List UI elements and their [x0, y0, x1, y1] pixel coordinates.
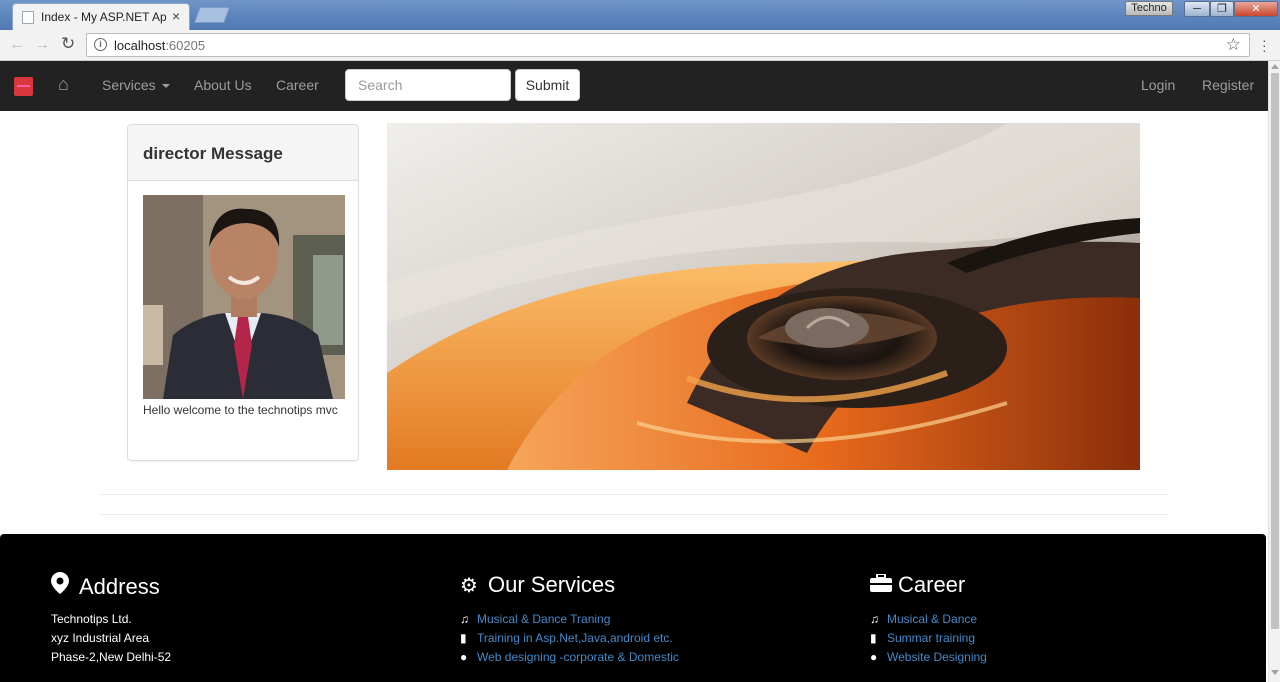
nav-services-label: Services [102, 77, 156, 93]
url-host: localhost [114, 38, 166, 53]
career-link[interactable]: Musical & Dance [887, 612, 977, 626]
director-panel: director Message Hello welcome to the te… [127, 124, 359, 461]
career-list: ♫ Musical & Dance ▮ Summar training ● Websi… [870, 610, 987, 667]
scroll-up-icon[interactable] [1271, 64, 1279, 69]
service-link[interactable]: Musical & Dance Traning [477, 612, 610, 626]
list-item[interactable]: ● Web designing -corporate & Domestic [460, 648, 679, 667]
address-lines: Technotips Ltd. xyz Industrial Area Phas… [51, 610, 171, 667]
panel-title: director Message [143, 144, 283, 163]
brand-logo-icon[interactable] [14, 77, 33, 96]
home-icon[interactable]: ⌂ [58, 74, 69, 95]
new-tab-button[interactable] [194, 7, 230, 23]
search-input[interactable] [345, 69, 511, 101]
caret-down-icon [161, 84, 170, 89]
globe-icon: ● [870, 650, 878, 664]
service-link[interactable]: Web designing -corporate & Domestic [477, 650, 679, 664]
career-heading-text: Career [898, 572, 966, 597]
briefcase-icon [870, 573, 892, 598]
divider [98, 494, 1168, 495]
bookmark-star-icon[interactable]: ☆ [1226, 35, 1241, 55]
site-info-icon[interactable]: i [94, 38, 107, 51]
address-line: xyz Industrial Area [51, 631, 150, 645]
list-item[interactable]: ▮ Summar training [870, 629, 987, 648]
url-text: localhost:60205 [114, 38, 205, 53]
map-marker-icon [51, 572, 73, 600]
footer-address-section: Address Technotips Ltd. xyz Industrial A… [51, 572, 171, 667]
divider [98, 514, 1168, 515]
globe-icon: ● [460, 650, 468, 664]
url-port: :60205 [165, 38, 206, 53]
gear-icon: ⚙ [460, 575, 478, 597]
address-line: Technotips Ltd. [51, 612, 132, 626]
browser-menu-icon[interactable]: · · · [1262, 33, 1267, 57]
services-heading-text: Our Services [488, 572, 616, 597]
profile-badge[interactable]: Techno [1125, 1, 1173, 16]
tab-close-icon[interactable]: × [172, 8, 180, 24]
service-link[interactable]: Training in Asp.Net,Java,android etc. [477, 631, 673, 645]
address-heading-text: Address [79, 574, 160, 599]
nav-career[interactable]: Career [276, 77, 319, 93]
list-item[interactable]: ▮ Training in Asp.Net,Java,android etc. [460, 629, 679, 648]
list-item[interactable]: ● Website Designing [870, 648, 987, 667]
browser-tab[interactable]: Index - My ASP.NET App × [12, 3, 190, 30]
tab-title: Index - My ASP.NET App [41, 10, 166, 24]
forward-arrow-icon[interactable]: → [34, 36, 50, 54]
footer-services-heading: ⚙ Our Services [460, 572, 679, 602]
nav-register[interactable]: Register [1202, 77, 1254, 93]
career-link[interactable]: Website Designing [887, 650, 987, 664]
footer-address-heading: Address [51, 572, 171, 602]
hero-abstract-art [387, 123, 1140, 470]
book-icon: ▮ [460, 631, 467, 645]
footer-career-heading: Career [870, 572, 987, 602]
list-item[interactable]: ♫ Musical & Dance [870, 610, 987, 629]
footer-services-section: ⚙ Our Services ♫ Musical & Dance Traning ▮… [460, 572, 679, 667]
back-arrow-icon[interactable]: ← [9, 36, 25, 54]
address-bar[interactable]: i localhost:60205 ☆ [86, 33, 1250, 57]
maximize-button[interactable]: ❐ [1210, 1, 1234, 17]
services-list: ♫ Musical & Dance Traning ▮ Training in As… [460, 610, 679, 667]
browser-toolbar: ← → ↻ i localhost:60205 ☆ · · · [0, 30, 1280, 61]
submit-button[interactable]: Submit [515, 69, 580, 101]
footer-career-section: Career ♫ Musical & Dance ▮ Summar training… [870, 572, 987, 667]
page-scrollbar[interactable] [1268, 61, 1280, 682]
career-link[interactable]: Summar training [887, 631, 975, 645]
site-navbar: ⌂ Services About Us Career Submit Login … [0, 61, 1268, 111]
music-icon: ♫ [870, 612, 879, 626]
director-photo [143, 195, 345, 399]
book-icon: ▮ [870, 631, 877, 645]
hero-banner [387, 123, 1140, 470]
nav-about-us[interactable]: About Us [194, 77, 252, 93]
scroll-down-icon[interactable] [1271, 670, 1279, 675]
director-photo-art [143, 195, 345, 399]
director-message: Hello welcome to the technotips mvc [143, 403, 338, 417]
close-window-button[interactable]: ✕ [1234, 1, 1278, 17]
list-item[interactable]: ♫ Musical & Dance Traning [460, 610, 679, 629]
scroll-thumb[interactable] [1271, 73, 1279, 629]
minimize-button[interactable]: ─ [1184, 1, 1210, 17]
address-line: Phase-2,New Delhi-52 [51, 650, 172, 664]
site-footer: Address Technotips Ltd. xyz Industrial A… [0, 534, 1266, 682]
panel-heading: director Message [128, 125, 358, 181]
page-favicon-icon [22, 11, 34, 24]
reload-icon[interactable]: ↻ [61, 34, 75, 54]
browser-titlebar: Index - My ASP.NET App × Techno ─ ❐ ✕ [0, 0, 1280, 30]
music-icon: ♫ [460, 612, 469, 626]
nav-login[interactable]: Login [1141, 77, 1175, 93]
nav-services-dropdown[interactable]: Services [102, 77, 170, 93]
